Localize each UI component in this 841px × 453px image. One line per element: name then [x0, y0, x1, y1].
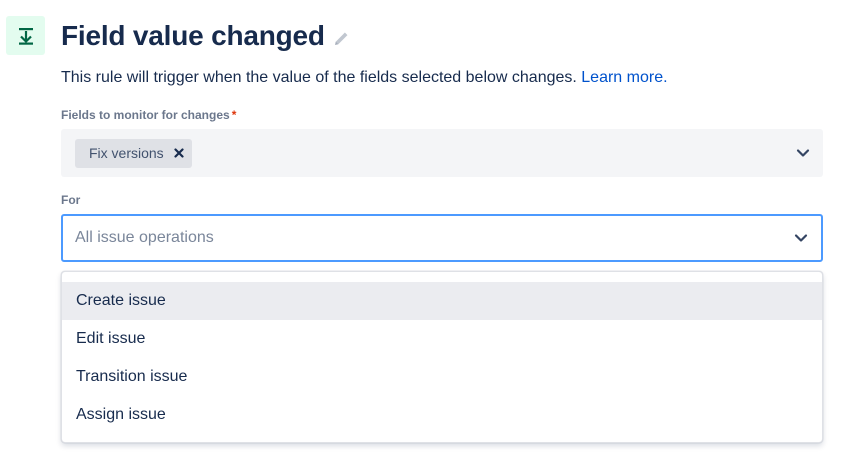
- required-indicator: *: [231, 108, 237, 122]
- for-label: For: [61, 193, 81, 207]
- download-arrow-icon: [18, 27, 33, 45]
- edit-pencil-icon[interactable]: [333, 30, 350, 47]
- remove-tag-icon[interactable]: [174, 148, 184, 158]
- rule-description: This rule will trigger when the value of…: [61, 69, 668, 87]
- learn-more-link[interactable]: Learn more.: [581, 69, 667, 86]
- option-assign-issue[interactable]: Assign issue: [62, 396, 822, 434]
- for-select[interactable]: All issue operations: [61, 214, 823, 262]
- for-select-placeholder: All issue operations: [75, 229, 214, 246]
- chevron-down-icon[interactable]: [795, 145, 811, 161]
- option-edit-issue[interactable]: Edit issue: [62, 320, 822, 358]
- page-title: Field value changed: [61, 19, 325, 51]
- description-text: This rule will trigger when the value of…: [61, 69, 582, 86]
- fields-monitor-label-text: Fields to monitor for changes: [61, 108, 230, 122]
- rule-config-panel: Field value changed This rule will trigg…: [0, 0, 841, 453]
- tag-label: Fix versions: [89, 145, 164, 161]
- trigger-icon-badge: [6, 16, 45, 55]
- option-create-issue[interactable]: Create issue: [62, 282, 822, 320]
- for-options-menu: Create issue Edit issue Transition issue…: [61, 271, 823, 443]
- option-transition-issue[interactable]: Transition issue: [62, 358, 822, 396]
- chevron-down-icon[interactable]: [793, 230, 809, 246]
- fields-monitor-label: Fields to monitor for changes *: [61, 108, 236, 122]
- title-row: Field value changed: [61, 16, 350, 55]
- selected-tag-fix-versions: Fix versions: [75, 138, 192, 168]
- fields-monitor-multiselect[interactable]: Fix versions: [61, 129, 823, 177]
